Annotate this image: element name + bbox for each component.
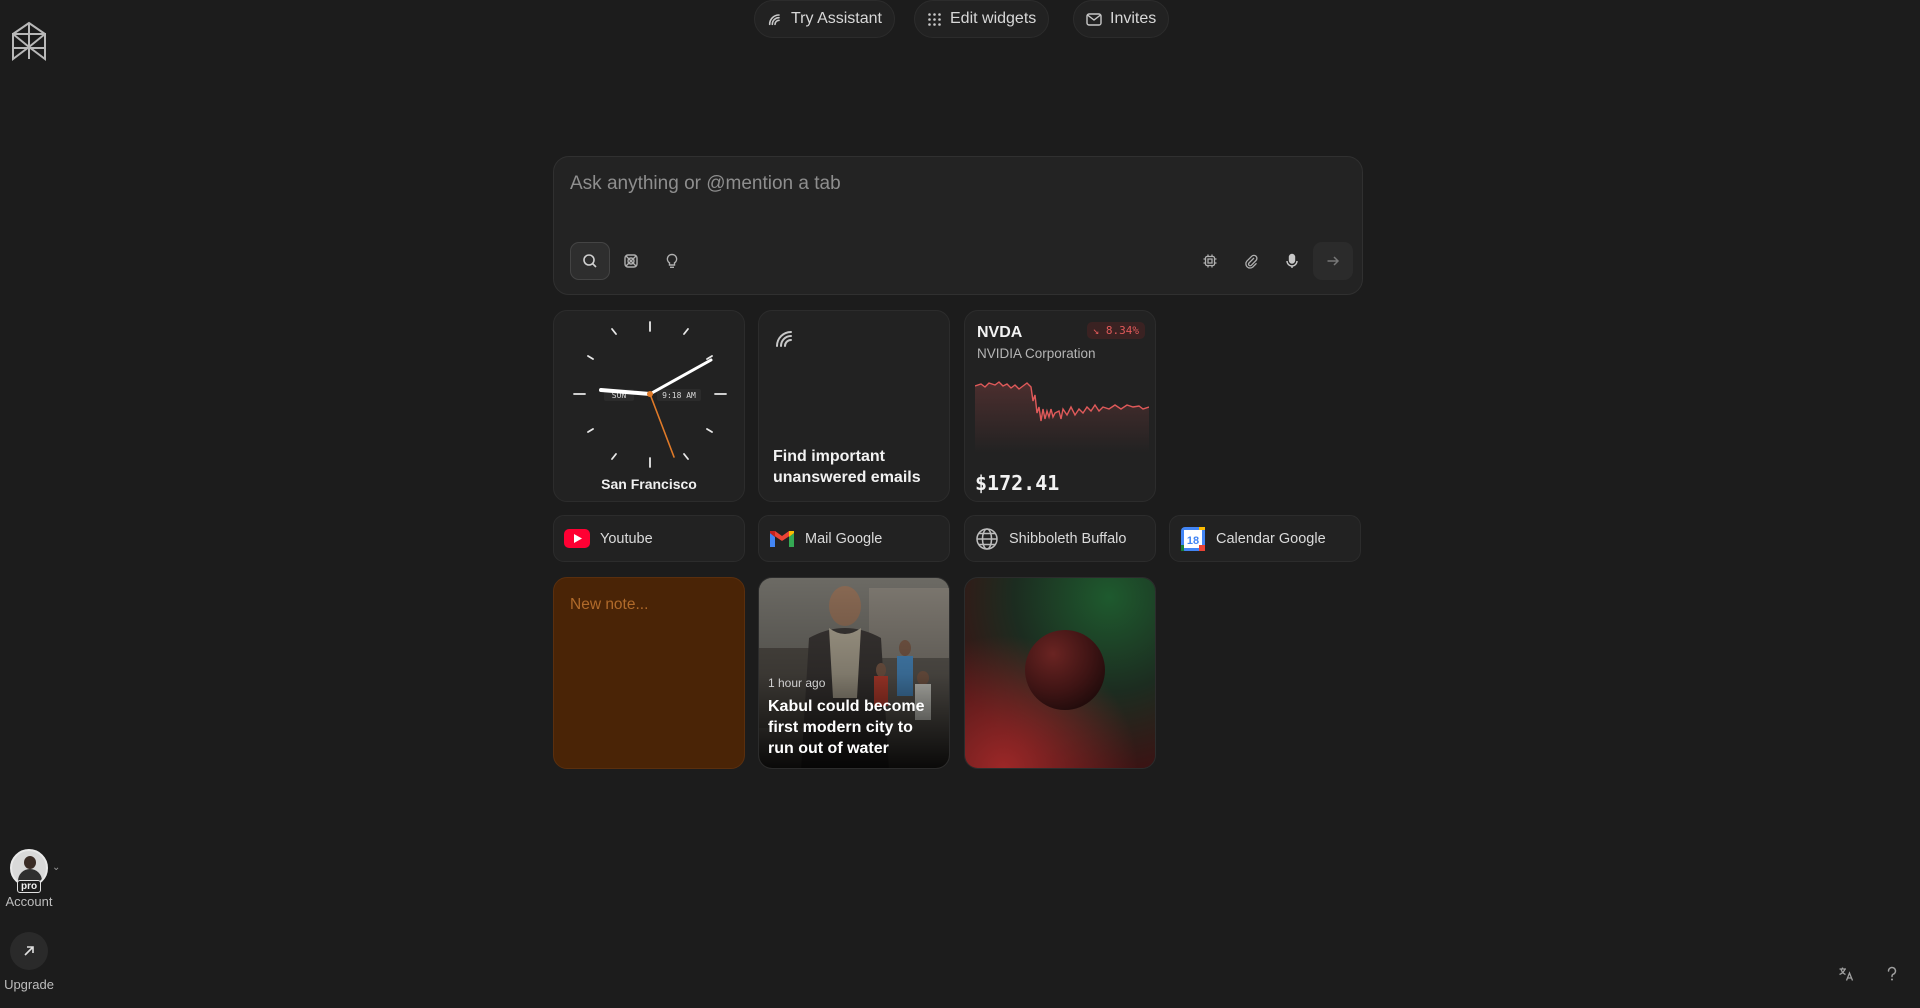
account-button[interactable]: Account [0, 849, 58, 909]
invites-button[interactable]: Invites [1073, 0, 1170, 38]
grid-icon [928, 12, 941, 26]
clock-second-hand [649, 393, 675, 458]
globe-icon [976, 527, 998, 550]
news-headline[interactable]: Kabul could become first modern city to … [768, 696, 943, 759]
model-select-button[interactable] [1190, 242, 1230, 280]
news-timestamp: 1 hour ago [768, 676, 826, 690]
stock-company-name: NVIDIA Corporation [977, 346, 1096, 361]
pro-badge: pro [17, 880, 42, 893]
stock-ticker: NVDA [977, 324, 1023, 341]
attach-button[interactable] [1231, 242, 1271, 280]
translate-icon[interactable] [1832, 960, 1860, 988]
chevron-down-icon[interactable]: ⌄ [52, 862, 60, 873]
news-widget[interactable]: 1 hour ago Kabul could become first mode… [758, 577, 950, 769]
arrow-right-icon [1327, 256, 1340, 266]
lightbulb-icon [666, 253, 678, 269]
google-calendar-icon: 18 [1181, 526, 1205, 551]
arrow-up-right-icon [10, 932, 48, 970]
note-input[interactable] [570, 596, 730, 614]
svg-text:18: 18 [1187, 535, 1199, 547]
stock-sparkline [975, 381, 1149, 453]
help-icon[interactable] [1878, 960, 1906, 988]
submit-button[interactable] [1313, 242, 1353, 280]
clock-digital-time: 9:18 AM [662, 391, 696, 400]
mail-icon [1086, 12, 1102, 26]
shortcut-mail-google[interactable]: Mail Google [758, 515, 950, 562]
labs-mode-button[interactable] [652, 242, 692, 280]
edit-widgets-button[interactable]: Edit widgets [914, 0, 1050, 38]
edit-widgets-label: Edit widgets [950, 10, 1037, 27]
research-icon [624, 254, 638, 268]
search-icon [583, 254, 597, 268]
account-label: Account [5, 894, 53, 909]
wallpaper-widget[interactable] [964, 577, 1156, 769]
voice-input-button[interactable] [1272, 242, 1312, 280]
search-input[interactable] [570, 173, 1330, 195]
search-mode-button[interactable] [570, 242, 610, 280]
shortcut-shibboleth-buffalo[interactable]: Shibboleth Buffalo [964, 515, 1156, 562]
assistant-icon [768, 14, 780, 26]
youtube-icon [564, 529, 590, 548]
try-assistant-button[interactable]: Try Assistant [754, 0, 895, 38]
invites-label: Invites [1110, 10, 1157, 27]
stock-price: $172.41 [975, 471, 1060, 495]
stock-change-badge: ↘ 8.34% [1086, 322, 1145, 339]
try-assistant-label: Try Assistant [791, 10, 882, 27]
assistant-icon [776, 331, 792, 347]
stock-widget[interactable]: NVDA NVIDIA Corporation ↘ 8.34% $172.41 [964, 310, 1156, 502]
shortcut-label: Shibboleth Buffalo [1009, 530, 1127, 547]
microphone-icon [1286, 253, 1298, 268]
clock-city: San Francisco [601, 476, 697, 492]
gmail-icon [770, 530, 794, 547]
shortcut-label: Youtube [600, 530, 653, 547]
planet-image [965, 578, 1155, 768]
note-widget[interactable] [553, 577, 745, 769]
search-box [553, 156, 1363, 295]
clock-widget[interactable]: SUN 9:18 AM San Francisco [553, 310, 745, 502]
cpu-icon [1203, 254, 1217, 268]
shortcut-label: Mail Google [805, 530, 883, 547]
shortcut-youtube[interactable]: Youtube [553, 515, 745, 562]
analog-clock: SUN 9:18 AM [573, 321, 727, 468]
shortcut-calendar-google[interactable]: 18 Calendar Google [1169, 515, 1361, 562]
upgrade-label: Upgrade [4, 977, 54, 992]
shortcut-label: Calendar Google [1216, 530, 1326, 547]
upgrade-button[interactable]: Upgrade [0, 932, 58, 992]
clock-minute-hand [648, 358, 713, 396]
perplexity-logo[interactable] [9, 20, 49, 62]
assistant-prompt-text: Find important unanswered emails [773, 448, 921, 486]
paperclip-icon [1245, 254, 1258, 269]
assistant-prompt-widget[interactable]: Find important unanswered emails [758, 310, 950, 502]
research-mode-button[interactable] [611, 242, 651, 280]
